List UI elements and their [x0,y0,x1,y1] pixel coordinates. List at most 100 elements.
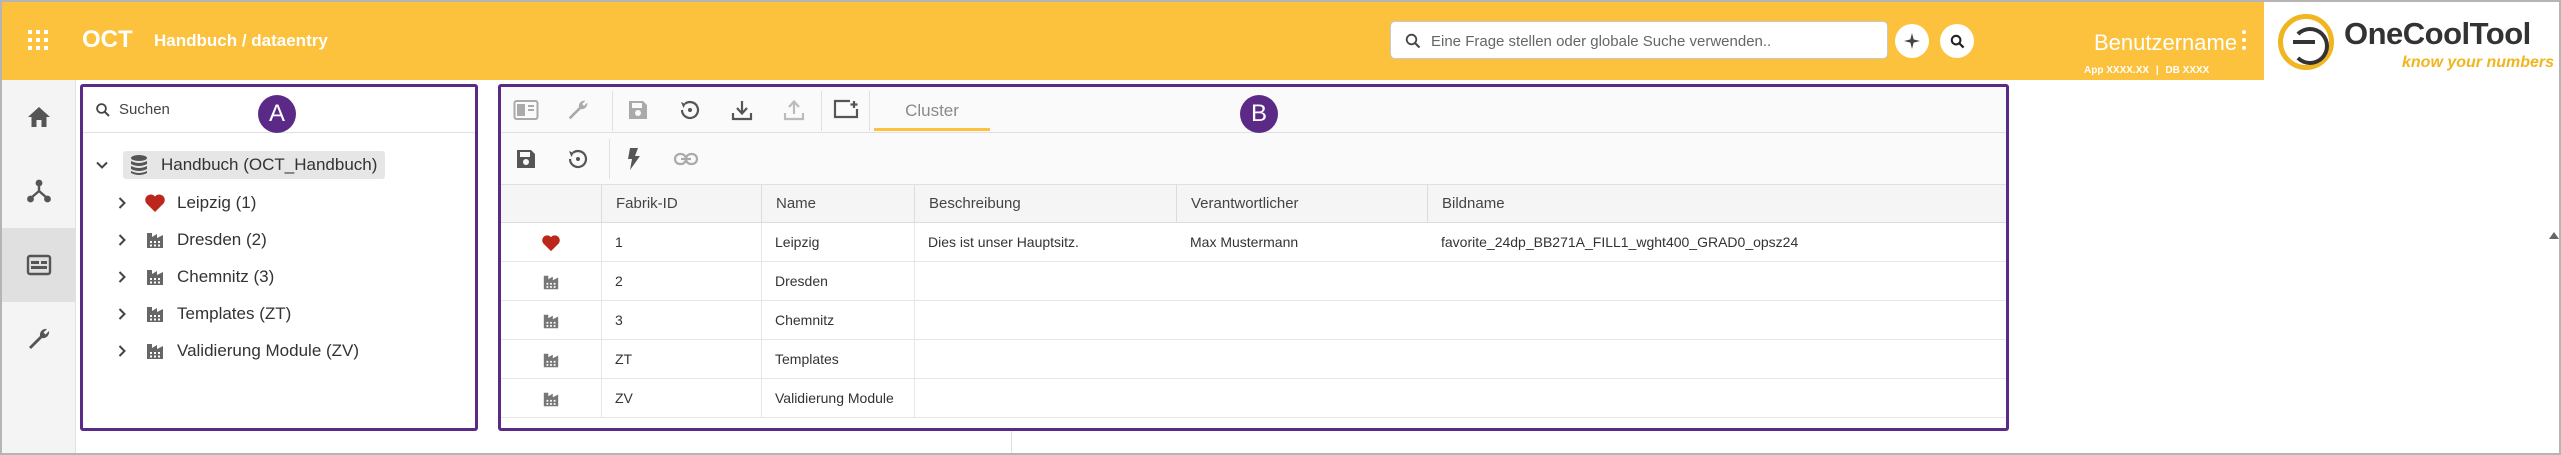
settings-button[interactable] [563,96,593,124]
cell-fabrik-id[interactable]: 3 [601,301,761,340]
tree-search-input[interactable]: Suchen [119,101,170,118]
data-grid-panel: Cluster Fabrik-ID Name Beschreibung Vera… [498,84,2009,431]
global-search-input[interactable] [1431,30,1871,52]
user-name[interactable]: Benutzername [2094,30,2237,56]
more-vert-icon[interactable] [2242,30,2246,54]
rail-tools[interactable] [2,302,76,376]
tree-item-label: Templates (ZT) [177,304,292,323]
callout-badge-b: B [1240,95,1278,133]
factory-icon [143,302,167,326]
toggle-panel-button[interactable] [511,96,541,124]
cell-fabrik-id[interactable]: ZV [601,379,761,418]
tree-item[interactable]: Templates (ZT) [113,298,291,330]
rail-hierarchy[interactable] [2,154,76,228]
sparkle-icon [1904,33,1920,49]
chevron-right-icon[interactable] [113,305,131,323]
history-icon [680,100,700,120]
tree-item-label: Chemnitz (3) [177,267,275,286]
tree-item-label: Leipzig (1) [177,193,257,212]
hierarchy-icon [27,179,51,203]
apps-grid-icon[interactable] [28,30,48,50]
tree-item-label: Validierung Module (ZV) [177,341,360,360]
tree-item[interactable]: Validierung Module (ZV) [113,335,359,367]
home-icon [28,107,50,127]
chevron-right-icon[interactable] [113,231,131,249]
callout-badge-a: A [258,95,296,133]
cell-verantwortlicher[interactable]: Max Mustermann [1176,223,1427,262]
tree-item-label: Dresden (2) [177,230,267,249]
flash-icon [628,148,640,170]
scroll-up-arrow-icon[interactable] [2549,232,2559,239]
nav-rail [0,80,76,455]
tree-root[interactable]: Handbuch (OCT_Handbuch) [93,149,386,181]
cell-fabrik-id[interactable]: ZT [601,340,761,379]
column-header-beschreibung[interactable]: Beschreibung [914,185,1176,223]
tree-item[interactable]: Leipzig (1) [113,187,256,219]
table-row[interactable]: 3 Chemnitz [501,301,2006,340]
breadcrumb: Handbuch / dataentry [154,31,328,50]
cell-name[interactable]: Templates [761,340,914,379]
cell-fabrik-id[interactable]: 2 [601,262,761,301]
add-to-queue-icon [833,99,859,119]
tree-root-label: Handbuch (OCT_Handbuch) [161,155,378,174]
table-row[interactable]: 2 Dresden [501,262,2006,301]
save-grid-button[interactable] [511,145,541,173]
cell-fabrik-id[interactable]: 1 [601,223,761,262]
save-button[interactable] [623,96,653,124]
app-label: App [2084,65,2104,76]
table-row[interactable]: ZT Templates [501,340,2006,379]
global-search[interactable] [1390,21,1888,59]
cell-name[interactable]: Dresden [761,262,914,301]
download-icon [731,101,753,121]
table-row[interactable]: ZV Validierung Module [501,379,2006,418]
cell-name[interactable]: Validierung Module [761,379,914,418]
reset-grid-button[interactable] [563,145,593,173]
tree-item[interactable]: Dresden (2) [113,224,267,256]
chevron-right-icon[interactable] [113,342,131,360]
cell-name[interactable]: Leipzig [761,223,914,262]
tree-panel: Suchen Handbuch (OCT_Handbuch) Leipzig (… [80,84,478,431]
app-version: XXXX.XX [2106,65,2150,76]
chevron-down-icon[interactable] [93,156,111,174]
heart-icon [501,223,601,262]
wrench-icon [29,328,50,349]
tab-cluster[interactable]: Cluster [874,97,990,131]
restore-button[interactable] [675,96,705,124]
column-header-fabrik-id[interactable]: Fabrik-ID [601,185,761,223]
side-panel-icon [513,100,539,120]
app-name[interactable]: OCT [82,26,133,54]
search-button[interactable] [1940,24,1974,58]
chevron-right-icon[interactable] [113,268,131,286]
download-button[interactable] [727,96,757,124]
rail-dataentry[interactable] [2,228,76,302]
upload-button[interactable] [779,96,809,124]
dataentry-icon [26,254,52,276]
history-icon [568,149,588,169]
app-header: OCT Handbuch / dataentry Benutzername Ap… [0,0,2561,80]
factory-icon [501,301,601,340]
wrench-icon [568,100,588,120]
link-button[interactable] [671,145,701,173]
factory-icon [501,340,601,379]
tree-item[interactable]: Chemnitz (3) [113,261,274,293]
rail-home[interactable] [2,80,76,154]
search-icon [1405,33,1421,49]
company-logo: OneCoolTool know your numbers [2264,2,2561,80]
execute-button[interactable] [619,145,649,173]
cell-name[interactable]: Chemnitz [761,301,914,340]
column-header-name[interactable]: Name [761,185,914,223]
link-icon [673,152,699,166]
logo-tagline: know your numbers [2402,54,2555,71]
search-icon [96,103,110,117]
column-header-bildname[interactable]: Bildname [1427,185,2006,223]
chevron-right-icon[interactable] [113,194,131,212]
add-tab-button[interactable] [831,96,861,124]
column-header-verantwortlicher[interactable]: Verantwortlicher [1176,185,1427,223]
cell-beschreibung[interactable]: Dies ist unser Hauptsitz. [914,223,1176,262]
search-icon [1950,34,1964,48]
ai-sparkle-button[interactable] [1895,24,1929,58]
table-row[interactable]: 1 Leipzig Dies ist unser Hauptsitz. Max … [501,223,2006,262]
db-version: XXXX [2182,65,2210,76]
factory-icon [501,379,601,418]
cell-bildname[interactable]: favorite_24dp_BB271A_FILL1_wght400_GRAD0… [1427,223,2006,262]
